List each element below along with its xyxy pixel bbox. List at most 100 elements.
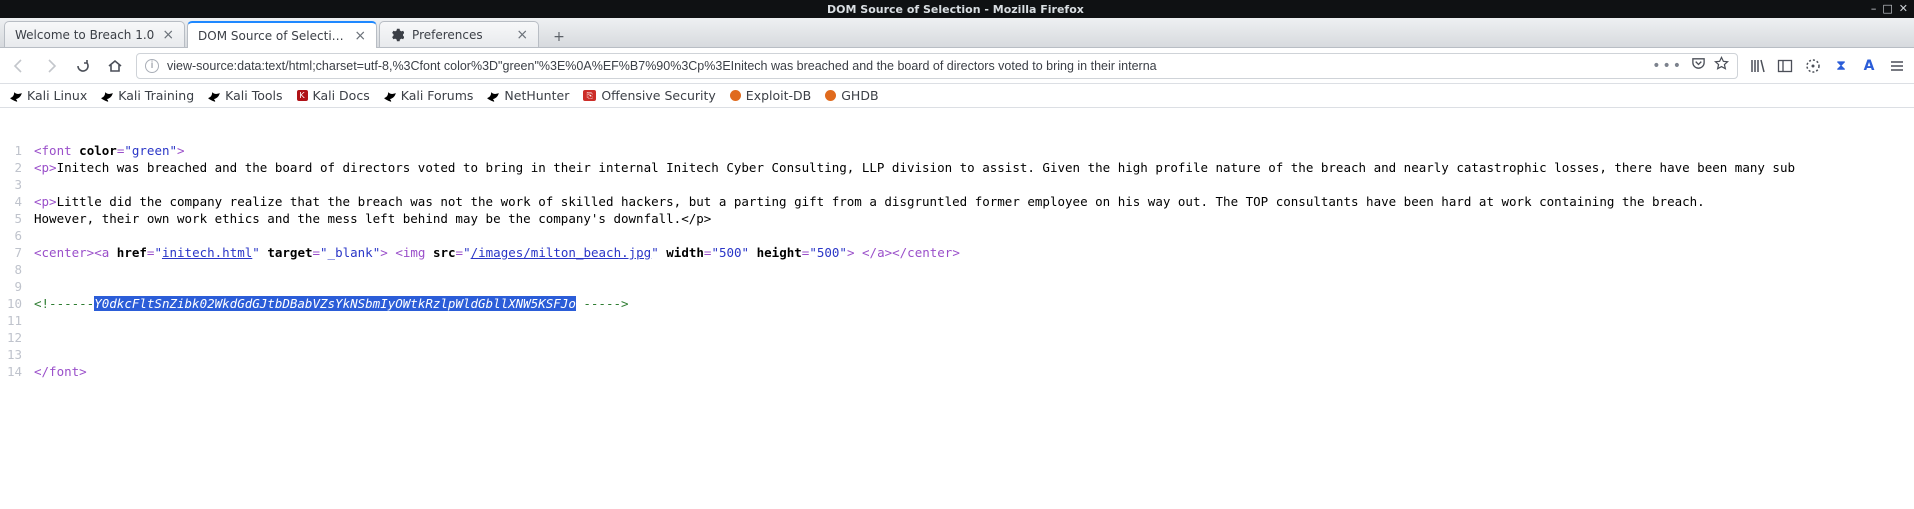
kali-dragon-icon <box>10 90 22 102</box>
source-line[interactable]: 1<font color="green"> <box>0 142 1795 159</box>
window-maximize-icon[interactable]: □ <box>1882 0 1892 18</box>
line-number: 9 <box>0 278 28 295</box>
bookmark-kali-linux[interactable]: Kali Linux <box>10 88 87 103</box>
url-field[interactable]: i ••• <box>136 53 1738 79</box>
bookmark-kali-docs[interactable]: K Kali Docs <box>297 88 370 103</box>
close-icon[interactable]: × <box>354 29 366 43</box>
forward-button[interactable] <box>40 55 62 77</box>
source-line[interactable]: 6 <box>0 227 1795 244</box>
window-minimize-icon[interactable]: – <box>1871 0 1877 18</box>
window-title: DOM Source of Selection - Mozilla Firefo… <box>46 3 1865 16</box>
line-number: 7 <box>0 244 28 261</box>
view-source-pane[interactable]: 1<font color="green">2<p>Initech was bre… <box>0 108 1914 509</box>
bookmark-label: Kali Training <box>118 88 194 103</box>
source-line[interactable]: 10<!------Y0dkcFltSnZibk02WkdGdGJtbDBabV… <box>0 295 1795 312</box>
line-code[interactable]: <p>Initech was breached and the board of… <box>28 159 1795 176</box>
bookmark-nethunter[interactable]: NetHunter <box>487 88 569 103</box>
source-line[interactable]: 8 <box>0 261 1795 278</box>
bookmark-label: Kali Docs <box>313 88 370 103</box>
line-code[interactable]: </font> <box>28 363 1795 380</box>
close-icon[interactable]: × <box>162 28 174 42</box>
reload-button[interactable] <box>72 55 94 77</box>
line-code[interactable]: <p>Little did the company realize that t… <box>28 193 1795 210</box>
kali-dragon-icon <box>208 90 220 102</box>
bookmark-kali-forums[interactable]: Kali Forums <box>384 88 474 103</box>
kali-dragon-icon <box>101 90 113 102</box>
line-code[interactable] <box>28 278 1795 295</box>
ghdb-icon <box>825 90 836 101</box>
bookmark-offsec[interactable]: ⎘ Offensive Security <box>583 88 715 103</box>
page-actions-icon[interactable]: ••• <box>1652 58 1683 74</box>
bookmark-label: Exploit-DB <box>746 88 811 103</box>
line-code[interactable]: <font color="green"> <box>28 142 1795 159</box>
sidebar-icon[interactable] <box>1776 57 1794 75</box>
line-code[interactable] <box>28 176 1795 193</box>
library-icon[interactable] <box>1748 57 1766 75</box>
line-number: 10 <box>0 295 28 312</box>
nav-toolbar: i ••• ⧗ A <box>0 48 1914 84</box>
line-number: 4 <box>0 193 28 210</box>
bookmark-exploit-db[interactable]: Exploit-DB <box>730 88 811 103</box>
bookmark-label: GHDB <box>841 88 878 103</box>
kali-docs-icon: K <box>297 90 308 101</box>
source-table: 1<font color="green">2<p>Initech was bre… <box>0 142 1795 380</box>
line-code[interactable] <box>28 329 1795 346</box>
window-titlebar: DOM Source of Selection - Mozilla Firefo… <box>0 0 1914 18</box>
source-line[interactable]: 2<p>Initech was breached and the board o… <box>0 159 1795 176</box>
tab-label: Welcome to Breach 1.0 <box>15 28 154 42</box>
line-number: 12 <box>0 329 28 346</box>
line-number: 6 <box>0 227 28 244</box>
line-number: 5 <box>0 210 28 227</box>
kali-dragon-icon <box>384 90 396 102</box>
source-line[interactable]: 14</font> <box>0 363 1795 380</box>
new-tab-button[interactable]: + <box>547 27 571 47</box>
bookmark-star-icon[interactable] <box>1714 56 1729 75</box>
line-number: 2 <box>0 159 28 176</box>
tab-strip: Welcome to Breach 1.0 × DOM Source of Se… <box>0 18 1914 48</box>
line-code[interactable]: <!------Y0dkcFltSnZibk02WkdGdGJtbDBabVZs… <box>28 295 1795 312</box>
extension-a-icon[interactable]: A <box>1860 57 1878 75</box>
extension-foxyproxy-icon[interactable]: ⧗ <box>1832 57 1850 75</box>
offsec-icon: ⎘ <box>583 90 596 101</box>
window-close-icon[interactable]: ✕ <box>1899 0 1908 18</box>
bookmark-kali-tools[interactable]: Kali Tools <box>208 88 282 103</box>
source-line[interactable]: 7<center><a href="initech.html" target="… <box>0 244 1795 261</box>
bookmark-label: Kali Forums <box>401 88 474 103</box>
site-info-icon[interactable]: i <box>145 59 159 73</box>
tab-domsource[interactable]: DOM Source of Selection × <box>187 21 377 48</box>
line-code[interactable]: However, their own work ethics and the m… <box>28 210 1795 227</box>
source-line[interactable]: 3 <box>0 176 1795 193</box>
source-line[interactable]: 13 <box>0 346 1795 363</box>
line-code[interactable] <box>28 227 1795 244</box>
bookmark-label: Offensive Security <box>601 88 715 103</box>
bookmark-label: Kali Linux <box>27 88 87 103</box>
line-code[interactable] <box>28 261 1795 278</box>
bookmark-label: NetHunter <box>504 88 569 103</box>
bookmark-ghdb[interactable]: GHDB <box>825 88 878 103</box>
line-number: 8 <box>0 261 28 278</box>
home-button[interactable] <box>104 55 126 77</box>
close-icon[interactable]: × <box>516 28 528 42</box>
extension-dot-icon[interactable] <box>1804 57 1822 75</box>
pocket-icon[interactable] <box>1691 56 1706 75</box>
line-number: 3 <box>0 176 28 193</box>
hamburger-menu-icon[interactable] <box>1888 57 1906 75</box>
line-code[interactable]: <center><a href="initech.html" target="_… <box>28 244 1795 261</box>
source-line[interactable]: 11 <box>0 312 1795 329</box>
tab-preferences[interactable]: Preferences × <box>379 21 539 47</box>
line-number: 1 <box>0 142 28 159</box>
line-number: 14 <box>0 363 28 380</box>
tab-welcome[interactable]: Welcome to Breach 1.0 × <box>4 21 185 47</box>
exploitdb-icon <box>730 90 741 101</box>
source-line[interactable]: 5However, their own work ethics and the … <box>0 210 1795 227</box>
source-line[interactable]: 9 <box>0 278 1795 295</box>
url-input[interactable] <box>167 59 1644 73</box>
bookmarks-toolbar: Kali Linux Kali Training Kali Tools K Kal… <box>0 84 1914 108</box>
bookmark-kali-training[interactable]: Kali Training <box>101 88 194 103</box>
back-button[interactable] <box>8 55 30 77</box>
source-line[interactable]: 12 <box>0 329 1795 346</box>
tab-label: Preferences <box>412 28 508 42</box>
line-code[interactable] <box>28 346 1795 363</box>
line-code[interactable] <box>28 312 1795 329</box>
source-line[interactable]: 4<p>Little did the company realize that … <box>0 193 1795 210</box>
